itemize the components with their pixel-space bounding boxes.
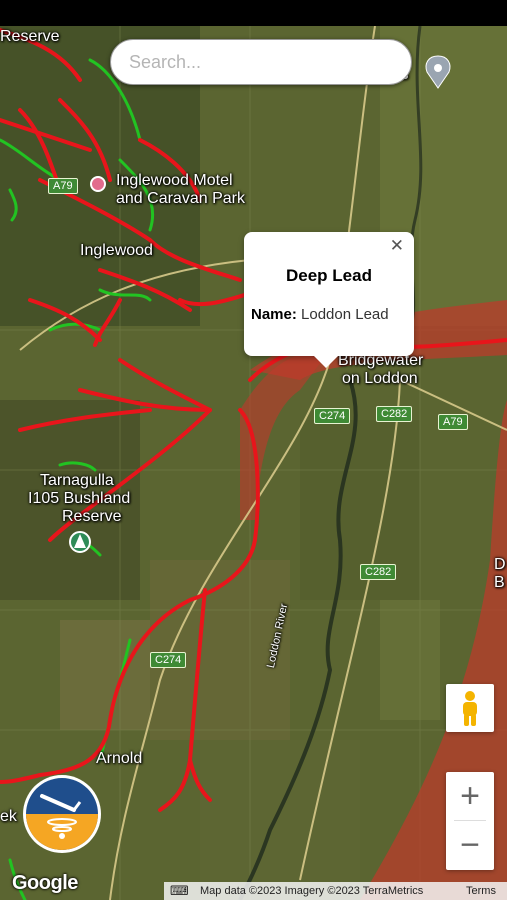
- map-attribution: ⌨ Map data ©2023 Imagery ©2023 TerraMetr…: [164, 882, 507, 900]
- map-label-inglewood: Inglewood: [80, 242, 153, 259]
- road-shield-c282-mid: C282: [360, 564, 397, 580]
- road-shield-c274-top: C274: [314, 408, 351, 424]
- zoom-in-button[interactable]: +: [446, 772, 494, 820]
- app-logo[interactable]: [22, 774, 102, 854]
- zoom-control: + −: [446, 772, 494, 870]
- map-label-motel-1: Inglewood Motel: [116, 172, 233, 189]
- close-icon[interactable]: ✕: [390, 236, 404, 256]
- map-view[interactable]: Reserve ts Inglewood Motel and Caravan P…: [0, 26, 507, 900]
- pegman-icon: [463, 691, 477, 726]
- zoom-out-button[interactable]: −: [446, 821, 494, 869]
- map-label-motel-2: and Caravan Park: [116, 190, 245, 207]
- map-label-reserve: Reserve: [0, 28, 60, 45]
- road-shield-c282-top: C282: [376, 406, 413, 422]
- google-logo: Google: [12, 872, 78, 894]
- street-view-button[interactable]: [446, 684, 494, 732]
- search-input[interactable]: [127, 51, 401, 74]
- keyboard-icon[interactable]: ⌨: [170, 883, 189, 899]
- popup-name-value: Loddon Lead: [301, 306, 389, 323]
- park-marker-icon[interactable]: [69, 531, 91, 553]
- road-shield-c274-bottom: C274: [150, 652, 187, 668]
- popup-name-row: Name: Loddon Lead: [251, 306, 389, 323]
- motel-marker[interactable]: [90, 176, 106, 192]
- map-label-tarnagulla-2: I105 Bushland: [28, 490, 131, 507]
- search-bar[interactable]: [110, 39, 412, 85]
- map-label-ek: ek: [0, 808, 17, 825]
- map-data-text: Map data ©2023 Imagery ©2023 TerraMetric…: [200, 885, 424, 897]
- popup-title: Deep Lead: [286, 266, 372, 285]
- map-label-d: D: [494, 556, 506, 573]
- map-label-arnold: Arnold: [96, 750, 143, 767]
- road-shield-a79-right: A79: [438, 414, 468, 430]
- satellite-map: [0, 26, 507, 900]
- terms-link[interactable]: Terms: [466, 885, 496, 897]
- map-label-b: B: [494, 574, 505, 591]
- road-shield-a79-left: A79: [48, 178, 78, 194]
- map-label-tarnagulla-3: Reserve: [62, 508, 122, 525]
- map-label-tarnagulla-1: Tarnagulla: [40, 472, 114, 489]
- popup-name-label: Name:: [251, 306, 297, 323]
- map-label-bridgewater-2: on Loddon: [342, 370, 418, 387]
- info-popup: ✕ Deep Lead Name: Loddon Lead: [244, 232, 414, 368]
- status-bar: [0, 0, 507, 26]
